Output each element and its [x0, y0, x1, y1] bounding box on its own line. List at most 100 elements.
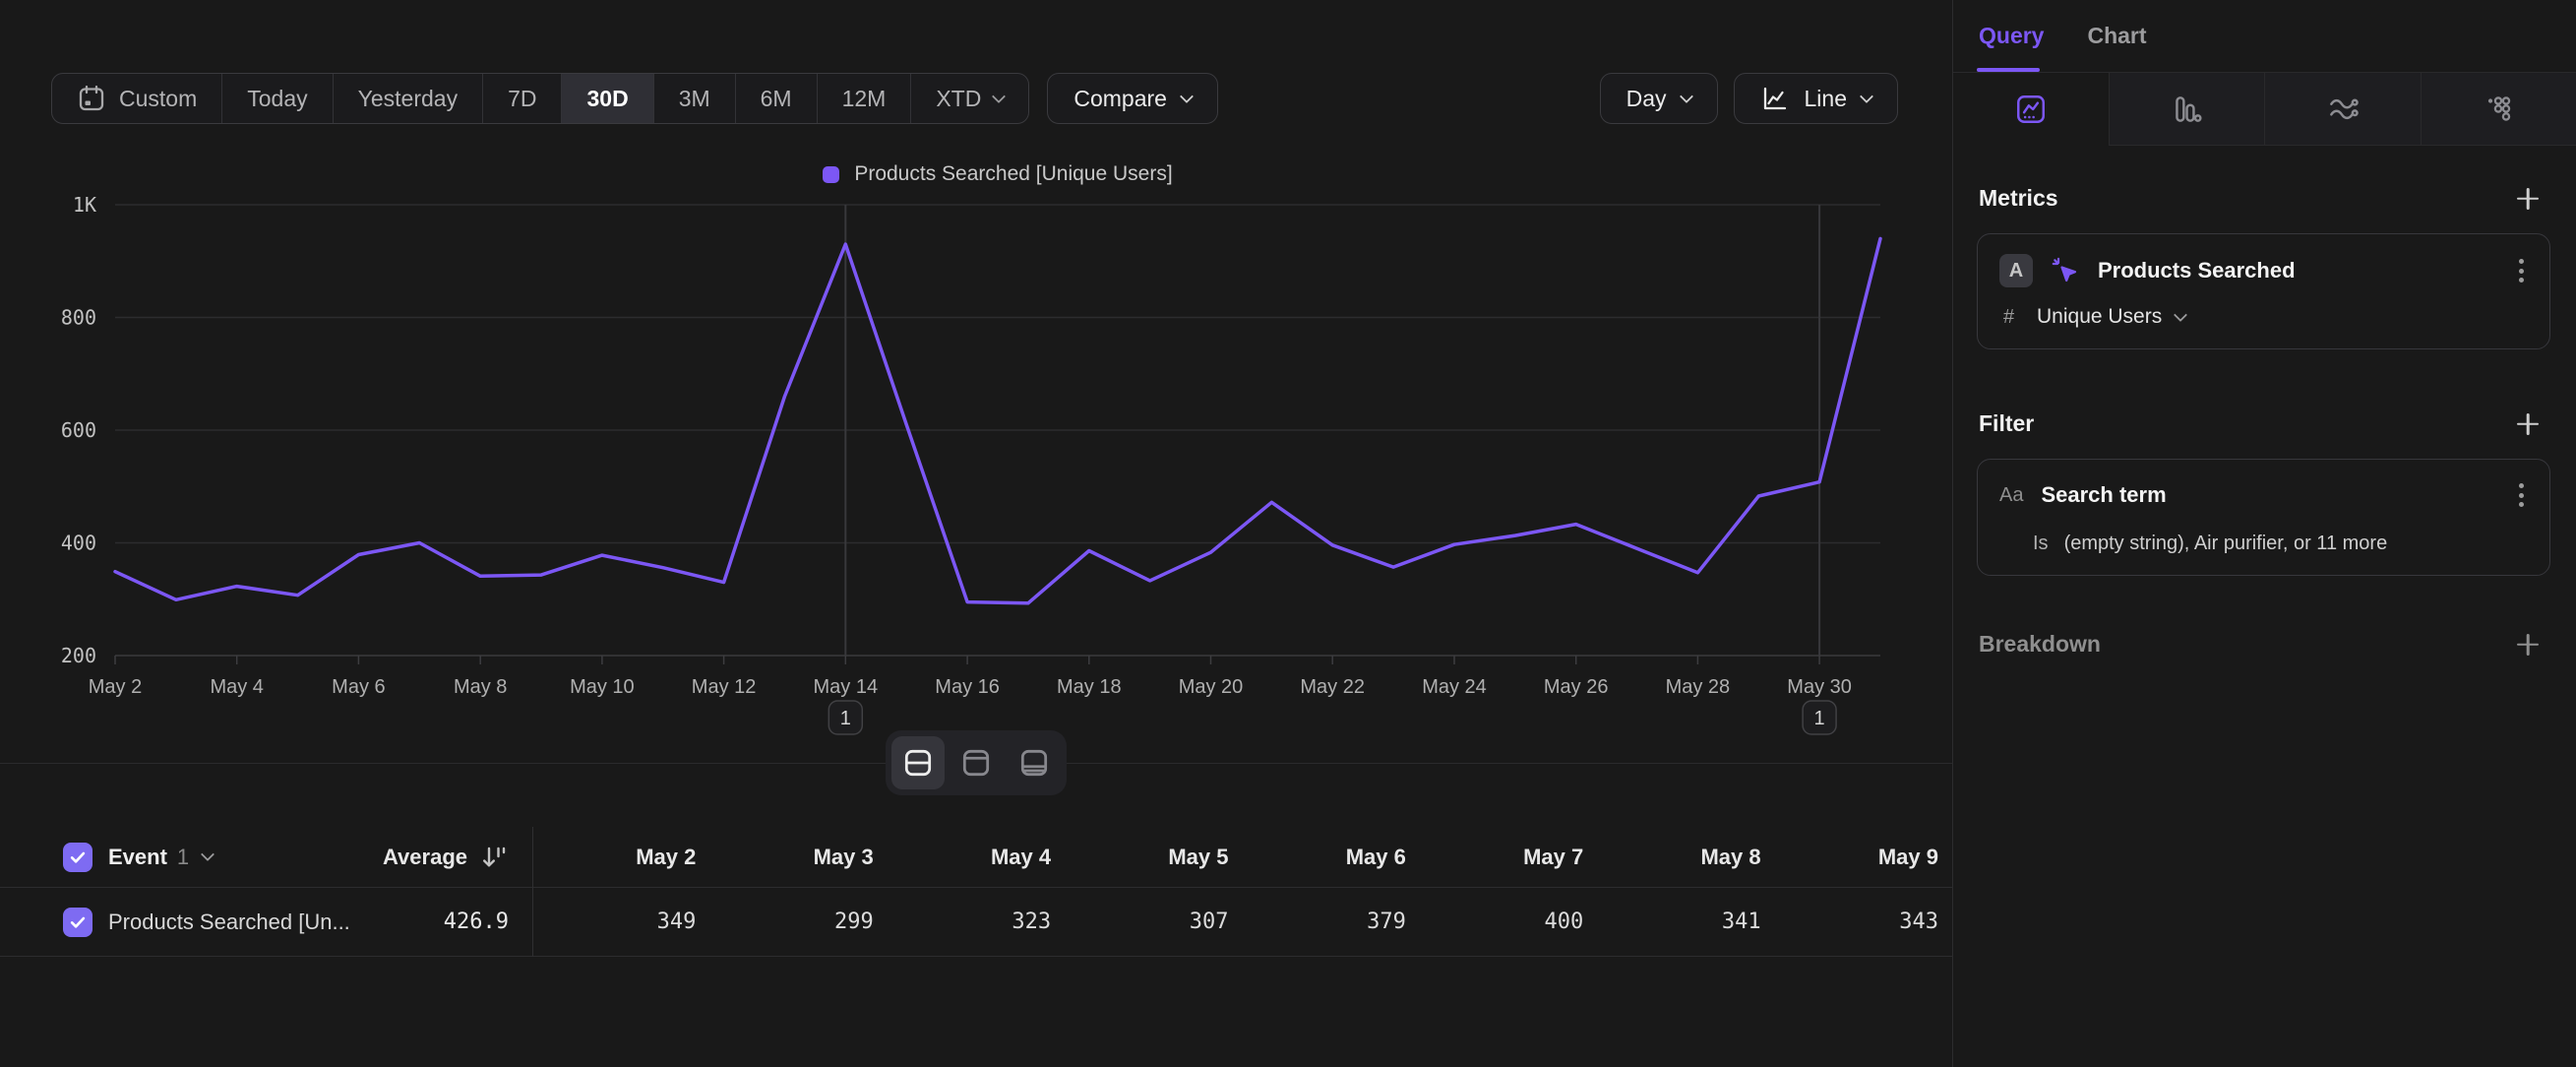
metrics-section-header: Metrics — [1953, 185, 2576, 212]
row-event-name[interactable]: Products Searched [Un... — [108, 910, 350, 935]
breakdown-heading: Breakdown — [1979, 631, 2101, 658]
table-row: Products Searched [Un... 426.9 349299323… — [0, 888, 1952, 957]
main-panel: CustomTodayYesterday7D30D3M6M12MXTD Comp… — [0, 0, 1952, 1067]
annotation-badge[interactable]: 1 — [828, 701, 862, 734]
text-property-icon: Aa — [1999, 484, 2023, 507]
table-only-view-button[interactable] — [1008, 736, 1061, 789]
events-table: Event 1 Average May 2May 3May 4May 5May … — [0, 827, 1952, 957]
column-header-may-2[interactable]: May 2 — [532, 845, 709, 870]
column-header-may-4[interactable]: May 4 — [888, 845, 1065, 870]
x-axis-label: May 26 — [1544, 676, 1609, 698]
x-axis-label: May 22 — [1300, 676, 1365, 698]
metric-kebab-menu-icon[interactable] — [2515, 255, 2528, 286]
chevron-down-icon[interactable] — [2174, 307, 2187, 321]
table-header-fixed: Event 1 Average — [0, 843, 532, 872]
column-header-may-6[interactable]: May 6 — [1243, 845, 1420, 870]
line-chart[interactable]: 2004006008001KMay 2May 4May 6May 8May 10… — [0, 0, 1952, 768]
filter-kebab-menu-icon[interactable] — [2515, 479, 2528, 511]
funnels-icon — [2170, 93, 2203, 126]
column-header-may-5[interactable]: May 5 — [1065, 845, 1242, 870]
x-axis-label: May 6 — [332, 676, 385, 698]
row-checkbox[interactable] — [63, 908, 92, 937]
sort-descending-icon[interactable] — [479, 843, 509, 872]
value-cell-may-9: 343 — [1775, 910, 1952, 934]
hash-icon: # — [2003, 306, 2029, 329]
table-only-view-icon — [1017, 746, 1051, 780]
breakdown-section-header: Breakdown — [1953, 631, 2576, 658]
svg-text:1: 1 — [840, 708, 851, 729]
metric-letter-badge[interactable]: A — [1999, 254, 2033, 287]
query-sidebar: Query Chart Metrics A Products Searched … — [1952, 0, 2576, 1067]
metric-card-row2: # Unique Users — [1999, 305, 2528, 329]
column-header-may-7[interactable]: May 7 — [1420, 845, 1597, 870]
x-axis-label: May 10 — [570, 676, 635, 698]
split-view-icon — [901, 746, 935, 780]
add-metric-button plus-icon[interactable] — [2515, 186, 2541, 212]
table-row-fixed: Products Searched [Un... 426.9 — [0, 908, 532, 937]
y-axis-label: 600 — [61, 418, 96, 442]
x-axis-label: May 20 — [1179, 676, 1244, 698]
series-line — [115, 238, 1880, 602]
active-tab-underline — [1977, 68, 2040, 72]
filter-heading: Filter — [1979, 410, 2034, 437]
filter-operator[interactable]: Is — [2033, 533, 2049, 555]
event-cursor-icon — [2051, 256, 2080, 285]
row-average-value: 426.9 — [444, 910, 509, 934]
x-axis-label: May 16 — [935, 676, 1000, 698]
report-type-tabs — [1953, 73, 2576, 146]
chevron-down-icon[interactable] — [201, 847, 215, 861]
retention-icon — [2482, 93, 2515, 126]
sidebar-tabs: Query Chart — [1953, 0, 2576, 73]
value-cell-may-2: 349 — [532, 910, 709, 934]
svg-text:1: 1 — [1814, 708, 1825, 729]
value-cell-may-8: 341 — [1597, 910, 1774, 934]
x-axis-label: May 8 — [454, 676, 507, 698]
metric-event-name[interactable]: Products Searched — [2098, 258, 2296, 283]
filter-property-name[interactable]: Search term — [2041, 482, 2166, 508]
value-cell-may-3: 299 — [709, 910, 887, 934]
filter-section-header: Filter — [1953, 410, 2576, 437]
event-header-label[interactable]: Event — [108, 845, 167, 870]
chart-only-view-icon — [959, 746, 993, 780]
average-header[interactable]: Average — [383, 845, 467, 870]
tab-flows[interactable] — [2264, 73, 2421, 146]
tab-chart[interactable]: Chart — [2087, 23, 2146, 49]
y-axis-label: 400 — [61, 532, 96, 555]
y-axis-label: 1K — [73, 193, 96, 217]
value-cell-may-4: 323 — [888, 910, 1065, 934]
x-axis-label: May 24 — [1422, 676, 1487, 698]
filter-card-row1: Aa Search term — [1999, 479, 2528, 511]
table-header-row: Event 1 Average May 2May 3May 4May 5May … — [0, 827, 1952, 888]
x-axis-label: May 2 — [89, 676, 142, 698]
select-all-checkbox[interactable] — [63, 843, 92, 872]
table-row-values: 349299323307379400341343 — [532, 910, 1952, 934]
column-header-may-8[interactable]: May 8 — [1597, 845, 1774, 870]
column-header-may-3[interactable]: May 3 — [709, 845, 887, 870]
tab-query[interactable]: Query — [1979, 23, 2044, 49]
metric-card: A Products Searched # Unique Users — [1977, 233, 2550, 349]
value-cell-may-6: 379 — [1243, 910, 1420, 934]
add-filter-button plus-icon[interactable] — [2515, 411, 2541, 437]
metric-card-row1: A Products Searched — [1999, 254, 2528, 287]
value-cell-may-7: 400 — [1420, 910, 1597, 934]
y-axis-label: 200 — [61, 644, 96, 667]
split-view-button[interactable] — [891, 736, 945, 789]
filter-card-row2: Is (empty string), Air purifier, or 11 m… — [1999, 533, 2528, 555]
x-axis-label: May 30 — [1787, 676, 1852, 698]
value-cell-may-5: 307 — [1065, 910, 1242, 934]
chart-only-view-button[interactable] — [950, 736, 1003, 789]
annotation-badge[interactable]: 1 — [1803, 701, 1836, 734]
x-axis-label: May 28 — [1666, 676, 1731, 698]
tab-funnels[interactable] — [2109, 73, 2265, 146]
x-axis-label: May 18 — [1057, 676, 1122, 698]
tab-retention[interactable] — [2421, 73, 2576, 146]
x-axis-label: May 4 — [210, 676, 263, 698]
tab-insights[interactable] — [1953, 73, 2109, 146]
filter-value[interactable]: (empty string), Air purifier, or 11 more — [2064, 533, 2388, 555]
column-header-may-9[interactable]: May 9 — [1775, 845, 1952, 870]
event-count: 1 — [177, 845, 189, 870]
measure-dropdown[interactable]: Unique Users — [2037, 305, 2162, 329]
add-breakdown-button plus-icon[interactable] — [2515, 632, 2541, 658]
x-axis-label: May 14 — [814, 676, 879, 698]
table-column-separator — [532, 827, 533, 957]
